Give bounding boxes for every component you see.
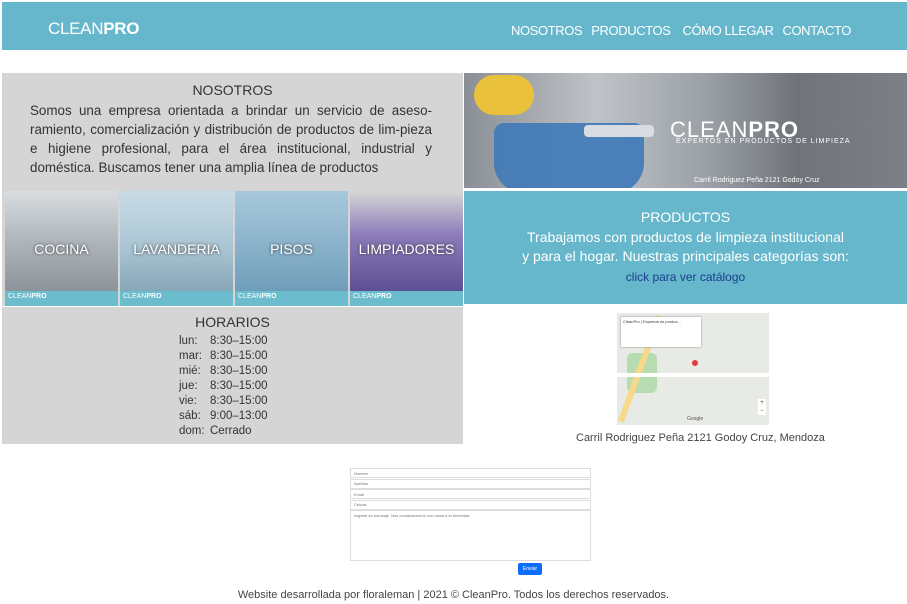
hours-time: 8:30–15:00 [210, 335, 268, 347]
hours-time: 9:00–13:00 [210, 410, 268, 422]
zoom-in-button[interactable]: + [760, 400, 764, 406]
category-label: LAVANDERIA [133, 241, 220, 257]
nosotros-title: NOSOTROS [192, 82, 273, 98]
category-limpiadores[interactable]: LIMPIADORES CLEANPRO [350, 191, 463, 306]
hours-time: 8:30–15:00 [210, 395, 268, 407]
nav-productos[interactable]: PRODUCTOS [591, 23, 671, 38]
location-map[interactable]: CleanPro | Expertos en produc... + − Goog… [617, 313, 769, 425]
productos-title: PRODUCTOS [640, 209, 731, 225]
category-logo-light: CLEAN [353, 293, 377, 300]
map-address: Carril Rodriguez Peña 2121 Godoy Cruz, M… [576, 432, 825, 444]
category-logo-bold: PRO [31, 293, 47, 300]
category-logo: CLEANPRO [8, 293, 47, 300]
map-card-title: CleanPro | Expertos en produc... [623, 319, 681, 324]
category-pisos[interactable]: PISOS CLEANPRO [235, 191, 348, 306]
hours-row: vie: 8:30–15:00 [179, 394, 268, 409]
hours-row: jue: 8:30–15:00 [179, 379, 268, 394]
main-nav: NOSOTROS PRODUCTOS CÓMO LLEGAR CONTACTO [511, 23, 851, 38]
apellido-field[interactable] [350, 478, 591, 489]
footer-text: Website desarrollada por floraleman | 20… [237, 589, 670, 601]
category-label: PISOS [270, 241, 313, 257]
hours-time: 8:30–15:00 [210, 350, 268, 362]
nav-como-llegar[interactable]: CÓMO LLEGAR [682, 23, 773, 38]
hours-list: lun: 8:30–15:00 mar: 8:30–15:00 mié: 8:30–1… [179, 334, 268, 439]
productos-text: Trabajamos con productos de limpieza ins… [464, 228, 907, 266]
spray-bottle-shape [584, 125, 654, 137]
category-label: LIMPIADORES [358, 241, 455, 257]
nosotros-text: Somos una empresa orientada a brindar un… [30, 103, 432, 175]
nav-nosotros[interactable]: NOSOTROS [511, 23, 583, 38]
productos-section: PRODUCTOS Trabajamos con productos de li… [464, 191, 907, 304]
logo-light: CLEAN [48, 19, 104, 38]
hours-day: sáb: [179, 410, 201, 422]
email-field[interactable] [350, 489, 591, 499]
category-logo-bold: PRO [376, 293, 392, 300]
hero-tagline: EXPERTOS EN PRODUCTOS DE LIMPIEZA [676, 138, 851, 145]
logo[interactable]: CLEANPRO [48, 19, 139, 39]
hero-banner-image: CLEANPRO EXPERTOS EN PRODUCTOS DE LIMPIE… [464, 73, 907, 188]
map-road [617, 373, 769, 377]
map-info-card[interactable]: CleanPro | Expertos en produc... [621, 317, 701, 347]
category-logo-light: CLEAN [123, 293, 147, 300]
google-logo: Google [687, 416, 704, 422]
hours-day: dom: [179, 425, 205, 437]
hours-day: lun: [179, 335, 198, 347]
categories-grid: COCINA CLEANPRO LAVANDERIA CLEANPRO PISO… [2, 191, 463, 306]
contact-form [350, 468, 591, 561]
category-logo: CLEANPRO [123, 293, 162, 300]
category-logo-bold: PRO [261, 293, 277, 300]
nombre-field[interactable] [350, 468, 591, 478]
nosotros-section: NOSOTROS Somos una empresa orientada a b… [2, 73, 463, 191]
hours-day: mié: [179, 365, 201, 377]
hours-row: mié: 8:30–15:00 [179, 364, 268, 379]
mensaje-field[interactable] [350, 510, 591, 561]
category-logo-light: CLEAN [8, 293, 32, 300]
hours-day: vie: [179, 395, 197, 407]
category-logo: CLEANPRO [353, 293, 392, 300]
site-header: CLEANPRO NOSOTROS PRODUCTOS CÓMO LLEGAR … [2, 2, 907, 50]
send-button[interactable]: Enviar [518, 563, 542, 575]
glove-shape [474, 75, 534, 115]
celular-field[interactable] [350, 499, 591, 510]
logo-bold: PRO [103, 19, 140, 38]
nav-contacto[interactable]: CONTACTO [782, 23, 851, 38]
category-logo-light: CLEAN [238, 293, 262, 300]
hours-row: mar: 8:30–15:00 [179, 349, 268, 364]
hours-day: mar: [179, 350, 202, 362]
category-cocina[interactable]: COCINA CLEANPRO [5, 191, 118, 306]
hours-row: sáb: 9:00–13:00 [179, 409, 268, 424]
category-label: COCINA [34, 241, 89, 257]
hours-row: lun: 8:30–15:00 [179, 334, 268, 349]
zoom-out-button[interactable]: − [760, 408, 764, 414]
catalog-link[interactable]: click para ver catálogo [626, 270, 745, 284]
category-logo: CLEANPRO [238, 293, 277, 300]
hours-day: jue: [179, 380, 198, 392]
category-lavanderia[interactable]: LAVANDERIA CLEANPRO [120, 191, 233, 306]
map-pin-icon[interactable] [692, 360, 698, 366]
hours-time: 8:30–15:00 [210, 365, 268, 377]
hours-time: 8:30–15:00 [210, 380, 268, 392]
map-zoom-control[interactable]: + − [758, 399, 766, 415]
productos-line2: y para el hogar. Nuestras principales ca… [522, 248, 849, 264]
hours-time: Cerrado [210, 425, 252, 437]
category-logo-bold: PRO [146, 293, 162, 300]
productos-line1: Trabajamos con productos de limpieza ins… [527, 229, 844, 245]
horarios-section: HORARIOS lun: 8:30–15:00 mar: 8:30–15:00 m… [2, 307, 463, 444]
hero-address: Carril Rodriguez Peña 2121 Godoy Cruz [694, 177, 820, 184]
horarios-title: HORARIOS [195, 314, 270, 330]
hours-row: dom: Cerrado [179, 424, 268, 439]
